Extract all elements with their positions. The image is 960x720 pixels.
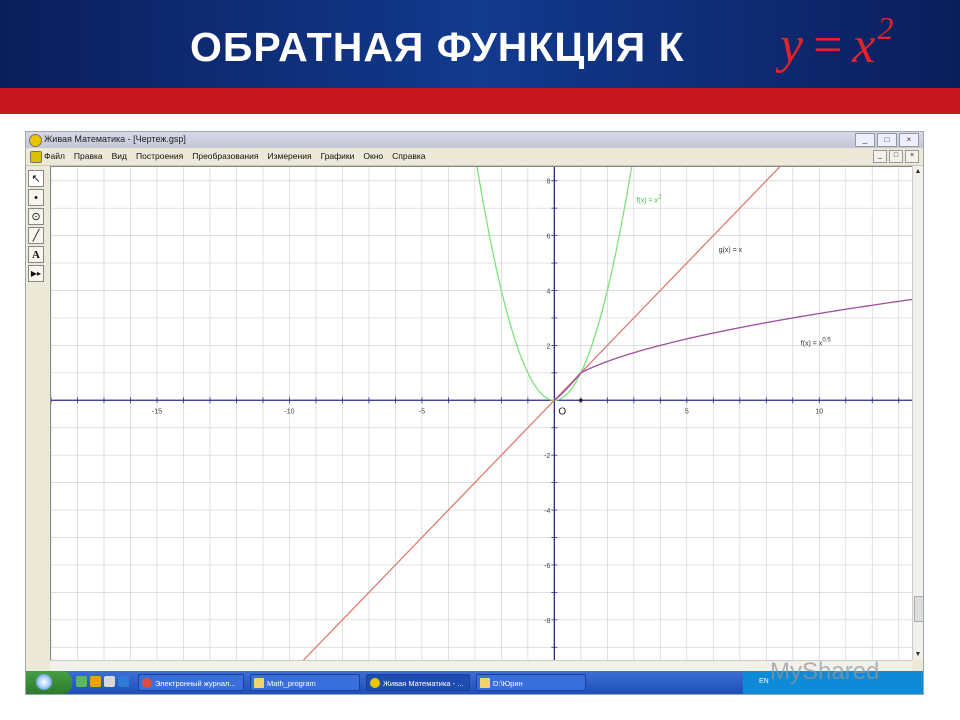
- function-graph[interactable]: -15 -10 -5 5 10 8 6 4 2 -2 -4 -6 -8 Of(x) = x2 g(x) = …: [50, 139, 913, 662]
- language-indicator[interactable]: EN: [759, 678, 769, 685]
- series-label: g(x) = x: [719, 247, 743, 254]
- quicklaunch-browser-icon[interactable]: [76, 676, 87, 687]
- series-label-exponent: 2: [658, 195, 662, 201]
- taskbar-button-label: Живая Математика - ...: [383, 679, 464, 688]
- taskbar-button-math[interactable]: Math_program: [250, 674, 360, 691]
- arrow-tool-icon[interactable]: ↖: [28, 170, 44, 187]
- vertical-scrollbar[interactable]: ▲ ▼: [912, 166, 923, 660]
- formula-base: x: [852, 17, 876, 74]
- y-tick-label: -2: [544, 453, 550, 460]
- x-tick-label: 5: [685, 408, 689, 415]
- taskbar-button-live-math[interactable]: Живая Математика - ...: [366, 674, 470, 691]
- browser-icon: [142, 678, 152, 688]
- point-tool-icon[interactable]: •: [28, 189, 44, 206]
- minimize-button[interactable]: _: [855, 133, 875, 147]
- quicklaunch-desktop-icon[interactable]: [104, 676, 115, 687]
- compass-tool-icon[interactable]: ⊙: [28, 208, 44, 225]
- x-tick-label: -15: [152, 408, 162, 415]
- formula-exponent: 2: [877, 10, 894, 46]
- app-logo-icon: [370, 678, 380, 688]
- quicklaunch-media-icon[interactable]: [90, 676, 101, 687]
- text-tool-icon[interactable]: A: [28, 246, 44, 263]
- sketch-canvas[interactable]: -15 -10 -5 5 10 8 6 4 2 -2 -4 -6 -8 Of(x) = x2 g(x) = …: [50, 139, 913, 662]
- y-tick-label: 4: [546, 289, 550, 296]
- maximize-button[interactable]: □: [877, 133, 897, 147]
- doc-minimize-button[interactable]: _: [873, 150, 887, 163]
- windows-logo-icon: [36, 674, 52, 690]
- unit-point: [579, 398, 583, 403]
- taskbar-button-journal[interactable]: Электронный журнал...: [138, 674, 244, 691]
- formula-equals: =: [813, 17, 843, 74]
- document-icon[interactable]: [30, 151, 42, 163]
- window-title: Живая Математика - [Чертеж.gsp]: [44, 134, 186, 144]
- title-formula: y = x2: [780, 10, 894, 75]
- folder-icon: [480, 678, 490, 688]
- slide-red-band: [0, 88, 960, 114]
- quicklaunch-word-icon[interactable]: [118, 676, 129, 687]
- scroll-thumb[interactable]: [914, 596, 923, 622]
- y-tick-label: 2: [546, 343, 550, 350]
- scroll-up-icon[interactable]: ▲: [914, 167, 922, 176]
- close-button[interactable]: ×: [899, 133, 919, 147]
- watermark: MyShared: [770, 658, 880, 685]
- x-tick-label: 10: [815, 408, 823, 415]
- series-label-exponent: 0.5: [822, 337, 831, 343]
- menu-file[interactable]: Файл: [44, 151, 65, 161]
- toolbox: ↖ • ⊙ ╱ A ▶▸: [28, 170, 45, 284]
- y-tick-label: -6: [544, 563, 550, 570]
- y-tick-label: -4: [544, 508, 550, 515]
- menu-window[interactable]: Окно: [363, 151, 383, 161]
- taskbar-button-label: D:\Юрин: [493, 679, 523, 688]
- doc-close-button[interactable]: ×: [905, 150, 919, 163]
- y-tick-label: -8: [544, 618, 550, 625]
- y-tick-label: 8: [546, 179, 550, 186]
- menu-measure[interactable]: Измерения: [267, 151, 311, 161]
- formula-lhs: y: [780, 17, 804, 74]
- menu-transform[interactable]: Преобразования: [192, 151, 258, 161]
- custom-tool-icon[interactable]: ▶▸: [28, 265, 44, 282]
- menu-help[interactable]: Справка: [392, 151, 425, 161]
- doc-restore-button[interactable]: □: [889, 150, 903, 163]
- menu-construct[interactable]: Построения: [136, 151, 183, 161]
- origin-label: O: [558, 406, 566, 417]
- taskbar-button-label: Электронный журнал...: [155, 679, 236, 688]
- line-tool-icon[interactable]: ╱: [28, 227, 44, 244]
- scroll-down-icon[interactable]: ▼: [914, 650, 922, 659]
- series-line-sqrt: [580, 298, 913, 374]
- y-tick-label: 6: [546, 234, 550, 241]
- menu-edit[interactable]: Правка: [74, 151, 103, 161]
- slide-title: ОБРАТНАЯ ФУНКЦИЯ К: [190, 24, 685, 70]
- folder-icon: [254, 678, 264, 688]
- taskbar-button-label: Math_program: [267, 679, 316, 688]
- menu-view[interactable]: Вид: [112, 151, 127, 161]
- x-tick-label: -5: [419, 408, 425, 415]
- menu-bar: Файл Правка Вид Построения Преобразовани…: [26, 148, 923, 166]
- menu-graph[interactable]: Графики: [321, 151, 355, 161]
- window-titlebar[interactable]: Живая Математика - [Чертеж.gsp] _ □ ×: [26, 132, 923, 148]
- app-logo-icon: [29, 134, 42, 147]
- series-label: f(x) = x2: [636, 195, 662, 205]
- taskbar-button-folder[interactable]: D:\Юрин: [476, 674, 586, 691]
- start-button[interactable]: [26, 671, 72, 694]
- series-label: f(x) = x0.5: [801, 337, 832, 347]
- x-tick-label: -10: [284, 408, 294, 415]
- app-window: Живая Математика - [Чертеж.gsp] _ □ × Фа…: [25, 131, 924, 695]
